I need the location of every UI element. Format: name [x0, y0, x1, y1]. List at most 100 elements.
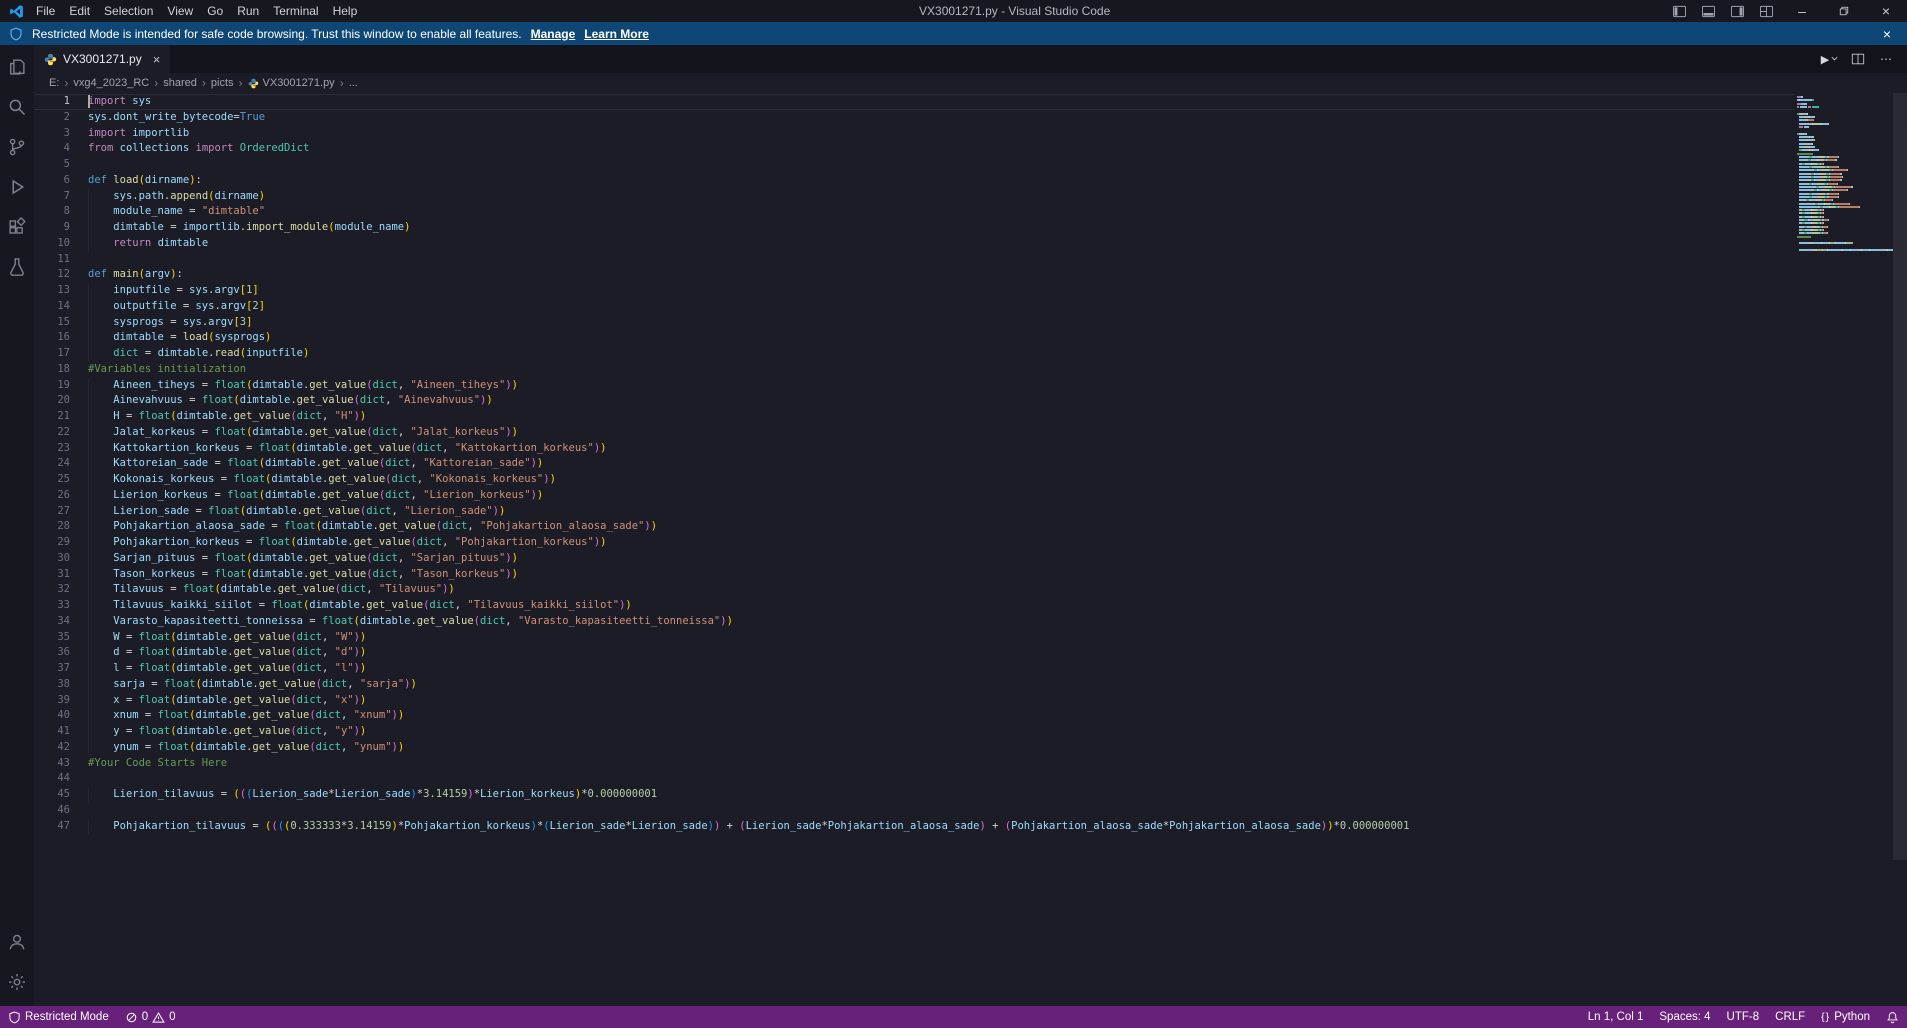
run-and-debug-item[interactable] [0, 167, 34, 207]
indentation-status[interactable]: Spaces: 4 [1651, 1006, 1718, 1028]
code-line[interactable]: 12def main(argv): [34, 267, 1907, 283]
code-line-content[interactable]: d = float(dimtable.get_value(dict, "d")) [70, 645, 1907, 661]
line-number[interactable]: 19 [34, 378, 70, 394]
line-number[interactable]: 21 [34, 409, 70, 425]
line-number[interactable]: 46 [34, 803, 70, 819]
code-line-content[interactable] [70, 252, 1907, 268]
maximize-restore-button[interactable] [1823, 0, 1865, 22]
code-line-content[interactable]: outputfile = sys.argv[2] [70, 299, 1907, 315]
code-line[interactable]: 22 Jalat_korkeus = float(dimtable.get_va… [34, 425, 1907, 441]
line-number[interactable]: 16 [34, 330, 70, 346]
code-line-content[interactable]: import importlib [70, 126, 1907, 142]
manage-link[interactable]: Manage [531, 27, 576, 41]
scrollbar-thumb[interactable] [1893, 93, 1907, 860]
line-number[interactable]: 44 [34, 771, 70, 787]
code-line[interactable]: 10 return dimtable [34, 236, 1907, 252]
code-line-content[interactable]: sarja = float(dimtable.get_value(dict, "… [70, 677, 1907, 693]
code-line-content[interactable]: x = float(dimtable.get_value(dict, "x")) [70, 693, 1907, 709]
line-number[interactable]: 20 [34, 393, 70, 409]
code-line[interactable]: 42 ynum = float(dimtable.get_value(dict,… [34, 740, 1907, 756]
line-number[interactable]: 43 [34, 756, 70, 772]
line-number[interactable]: 47 [34, 819, 70, 835]
problems-status[interactable]: 0 0 [117, 1006, 184, 1028]
line-number[interactable]: 7 [34, 189, 70, 205]
code-line-content[interactable]: module_name = "dimtable" [70, 204, 1907, 220]
code-line[interactable]: 41 y = float(dimtable.get_value(dict, "y… [34, 724, 1907, 740]
code-line[interactable]: 40 xnum = float(dimtable.get_value(dict,… [34, 708, 1907, 724]
learn-more-link[interactable]: Learn More [584, 27, 649, 41]
code-line[interactable]: 19 Aineen_tiheys = float(dimtable.get_va… [34, 378, 1907, 394]
code-line-content[interactable]: dimtable = load(sysprogs) [70, 330, 1907, 346]
customize-layout-icon[interactable] [1752, 0, 1781, 22]
menu-terminal[interactable]: Terminal [266, 0, 325, 22]
code-line[interactable]: 21 H = float(dimtable.get_value(dict, "H… [34, 409, 1907, 425]
line-number[interactable]: 6 [34, 173, 70, 189]
code-line[interactable]: 44 [34, 771, 1907, 787]
code-line[interactable]: 35 W = float(dimtable.get_value(dict, "W… [34, 630, 1907, 646]
code-line-content[interactable]: Tilavuus = float(dimtable.get_value(dict… [70, 582, 1907, 598]
code-line-content[interactable]: def main(argv): [70, 267, 1907, 283]
code-line[interactable]: 31 Tason_korkeus = float(dimtable.get_va… [34, 567, 1907, 583]
line-number[interactable]: 37 [34, 661, 70, 677]
code-line-content[interactable]: xnum = float(dimtable.get_value(dict, "x… [70, 708, 1907, 724]
line-number[interactable]: 1 [34, 94, 70, 110]
line-number[interactable]: 34 [34, 614, 70, 630]
menu-edit[interactable]: Edit [62, 0, 97, 22]
code-line[interactable]: 32 Tilavuus = float(dimtable.get_value(d… [34, 582, 1907, 598]
line-number[interactable]: 2 [34, 110, 70, 126]
restricted-mode-status[interactable]: Restricted Mode [0, 1006, 117, 1028]
code-line[interactable]: 33 Tilavuus_kaikki_siilot = float(dimtab… [34, 598, 1907, 614]
source-control-item[interactable] [0, 127, 34, 167]
code-line-content[interactable]: Pohjakartion_tilavuus = ((((0.333333*3.1… [70, 819, 1907, 835]
code-line[interactable]: 2sys.dont_write_bytecode=True [34, 110, 1907, 126]
banner-close-icon[interactable]: × [1876, 26, 1898, 42]
code-line-content[interactable] [70, 157, 1907, 173]
code-line[interactable]: 18#Variables initialization [34, 362, 1907, 378]
editor-scrollbar[interactable] [1893, 93, 1907, 1006]
menu-go[interactable]: Go [200, 0, 230, 22]
code-line-content[interactable]: y = float(dimtable.get_value(dict, "y")) [70, 724, 1907, 740]
code-line[interactable]: 30 Sarjan_pituus = float(dimtable.get_va… [34, 551, 1907, 567]
menu-file[interactable]: File [29, 0, 62, 22]
code-line-content[interactable]: Tason_korkeus = float(dimtable.get_value… [70, 567, 1907, 583]
minimize-button[interactable]: – [1781, 0, 1823, 22]
code-line-content[interactable]: from collections import OrderedDict [70, 141, 1907, 157]
code-line[interactable]: 45 Lierion_tilavuus = (((Lierion_sade*Li… [34, 787, 1907, 803]
line-number[interactable]: 26 [34, 488, 70, 504]
code-line[interactable]: 43#Your Code Starts Here [34, 756, 1907, 772]
code-line-content[interactable]: Lierion_tilavuus = (((Lierion_sade*Lieri… [70, 787, 1907, 803]
accounts-item[interactable] [0, 922, 34, 962]
code-line-content[interactable]: Ainevahvuus = float(dimtable.get_value(d… [70, 393, 1907, 409]
breadcrumb-item[interactable]: shared [163, 77, 197, 89]
line-number[interactable]: 23 [34, 441, 70, 457]
line-number[interactable]: 41 [34, 724, 70, 740]
tab-vx3001271-py[interactable]: VX3001271.py × [34, 45, 170, 73]
line-number[interactable]: 3 [34, 126, 70, 142]
code-line[interactable]: 25 Kokonais_korkeus = float(dimtable.get… [34, 472, 1907, 488]
code-line[interactable]: 11 [34, 252, 1907, 268]
settings-item[interactable] [0, 962, 34, 1002]
code-line-content[interactable]: Pohjakartion_alaosa_sade = float(dimtabl… [70, 519, 1907, 535]
line-number[interactable]: 40 [34, 708, 70, 724]
line-number[interactable]: 27 [34, 504, 70, 520]
split-editor-button[interactable] [1845, 46, 1871, 72]
code-line-content[interactable]: sys.dont_write_bytecode=True [70, 110, 1907, 126]
code-line[interactable]: 23 Kattokartion_korkeus = float(dimtable… [34, 441, 1907, 457]
line-number[interactable]: 11 [34, 252, 70, 268]
code-line[interactable]: 13 inputfile = sys.argv[1] [34, 283, 1907, 299]
menu-selection[interactable]: Selection [97, 0, 160, 22]
extensions-item[interactable] [0, 207, 34, 247]
menu-view[interactable]: View [160, 0, 200, 22]
code-line[interactable]: 15 sysprogs = sys.argv[3] [34, 315, 1907, 331]
code-line-content[interactable]: def load(dirname): [70, 173, 1907, 189]
breadcrumb-item[interactable]: E: [49, 77, 59, 89]
code-line[interactable]: 9 dimtable = importlib.import_module(mod… [34, 220, 1907, 236]
code-line[interactable]: 47 Pohjakartion_tilavuus = ((((0.333333*… [34, 819, 1907, 835]
code-line-content[interactable]: dict = dimtable.read(inputfile) [70, 346, 1907, 362]
line-number[interactable]: 32 [34, 582, 70, 598]
code-line[interactable]: 29 Pohjakartion_korkeus = float(dimtable… [34, 535, 1907, 551]
code-line[interactable]: 7 sys.path.append(dirname) [34, 189, 1907, 205]
code-line-content[interactable]: Kattokartion_korkeus = float(dimtable.ge… [70, 441, 1907, 457]
code-line[interactable]: 1import sys [34, 94, 1907, 110]
code-line-content[interactable]: Tilavuus_kaikki_siilot = float(dimtable.… [70, 598, 1907, 614]
